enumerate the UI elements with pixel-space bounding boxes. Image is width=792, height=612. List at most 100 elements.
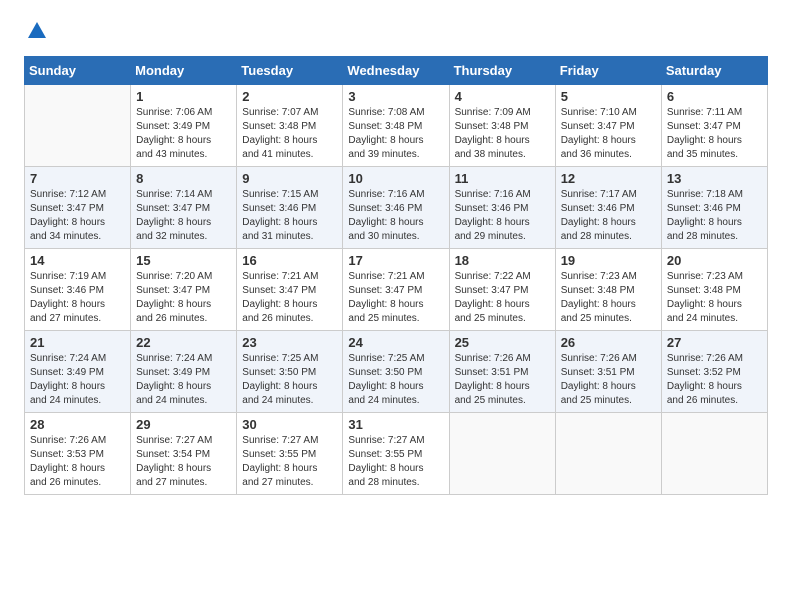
day-info: Sunrise: 7:26 AMSunset: 3:51 PMDaylight:… [455, 352, 550, 408]
day-info: Sunrise: 7:23 AMSunset: 3:48 PMDaylight:… [561, 270, 656, 326]
day-number: 24 [348, 335, 443, 350]
day-info: Sunrise: 7:11 AMSunset: 3:47 PMDaylight:… [667, 106, 762, 162]
calendar-cell [25, 85, 131, 167]
calendar-week-row: 28 Sunrise: 7:26 AMSunset: 3:53 PMDayligh… [25, 413, 768, 495]
day-info: Sunrise: 7:09 AMSunset: 3:48 PMDaylight:… [455, 106, 550, 162]
day-number: 2 [242, 89, 337, 104]
logo-icon [26, 20, 48, 42]
calendar-cell: 21Sunrise: 7:24 AMSunset: 3:49 PMDayligh… [25, 331, 131, 413]
day-info: Sunrise: 7:15 AMSunset: 3:46 PMDaylight:… [242, 188, 337, 244]
calendar-header-row: SundayMondayTuesdayWednesdayThursdayFrid… [25, 57, 768, 85]
day-number: 12 [561, 171, 656, 186]
calendar-cell: 13 Sunrise: 7:18 AMSunset: 3:46 PMDayligh… [661, 167, 767, 249]
day-info: Sunrise: 7:26 AMSunset: 3:52 PMDaylight:… [667, 352, 762, 408]
calendar-cell [661, 413, 767, 495]
calendar-cell: 18 Sunrise: 7:22 AMSunset: 3:47 PMDayligh… [449, 249, 555, 331]
calendar-cell: 20 Sunrise: 7:23 AMSunset: 3:48 PMDayligh… [661, 249, 767, 331]
day-info: Sunrise: 7:10 AMSunset: 3:47 PMDaylight:… [561, 106, 656, 162]
calendar-cell: 2 Sunrise: 7:07 AMSunset: 3:48 PMDaylight… [237, 85, 343, 167]
day-info: Sunrise: 7:16 AMSunset: 3:46 PMDaylight:… [348, 188, 443, 244]
weekday-header: Wednesday [343, 57, 449, 85]
day-number: 5 [561, 89, 656, 104]
weekday-header: Thursday [449, 57, 555, 85]
calendar-cell: 17Sunrise: 7:21 AMSunset: 3:47 PMDayligh… [343, 249, 449, 331]
calendar-cell: 14 Sunrise: 7:19 AMSunset: 3:46 PMDayligh… [25, 249, 131, 331]
day-info: Sunrise: 7:22 AMSunset: 3:47 PMDaylight:… [455, 270, 550, 326]
day-number: 18 [455, 253, 550, 268]
calendar-cell: 9 Sunrise: 7:15 AMSunset: 3:46 PMDaylight… [237, 167, 343, 249]
calendar-week-row: 1 Sunrise: 7:06 AMSunset: 3:49 PMDaylight… [25, 85, 768, 167]
calendar-week-row: 7 Sunrise: 7:12 AMSunset: 3:47 PMDaylight… [25, 167, 768, 249]
day-number: 25 [455, 335, 550, 350]
day-info: Sunrise: 7:24 AMSunset: 3:49 PMDaylight:… [30, 352, 125, 408]
calendar-cell [449, 413, 555, 495]
calendar-cell: 7 Sunrise: 7:12 AMSunset: 3:47 PMDaylight… [25, 167, 131, 249]
day-number: 7 [30, 171, 125, 186]
page: SundayMondayTuesdayWednesdayThursdayFrid… [0, 0, 792, 515]
day-info: Sunrise: 7:07 AMSunset: 3:48 PMDaylight:… [242, 106, 337, 162]
calendar-table: SundayMondayTuesdayWednesdayThursdayFrid… [24, 56, 768, 495]
day-number: 27 [667, 335, 762, 350]
weekday-header: Sunday [25, 57, 131, 85]
weekday-header: Monday [131, 57, 237, 85]
day-info: Sunrise: 7:06 AMSunset: 3:49 PMDaylight:… [136, 106, 231, 162]
day-number: 14 [30, 253, 125, 268]
day-info: Sunrise: 7:12 AMSunset: 3:47 PMDaylight:… [30, 188, 125, 244]
day-number: 6 [667, 89, 762, 104]
calendar-cell [555, 413, 661, 495]
calendar-cell: 3 Sunrise: 7:08 AMSunset: 3:48 PMDaylight… [343, 85, 449, 167]
calendar-cell: 27 Sunrise: 7:26 AMSunset: 3:52 PMDayligh… [661, 331, 767, 413]
day-number: 1 [136, 89, 231, 104]
calendar-cell: 31Sunrise: 7:27 AMSunset: 3:55 PMDayligh… [343, 413, 449, 495]
calendar-cell: 12 Sunrise: 7:17 AMSunset: 3:46 PMDayligh… [555, 167, 661, 249]
day-info: Sunrise: 7:17 AMSunset: 3:46 PMDaylight:… [561, 188, 656, 244]
day-number: 15 [136, 253, 231, 268]
calendar-week-row: 21Sunrise: 7:24 AMSunset: 3:49 PMDayligh… [25, 331, 768, 413]
day-number: 8 [136, 171, 231, 186]
day-number: 3 [348, 89, 443, 104]
calendar-cell: 5 Sunrise: 7:10 AMSunset: 3:47 PMDaylight… [555, 85, 661, 167]
day-info: Sunrise: 7:23 AMSunset: 3:48 PMDaylight:… [667, 270, 762, 326]
day-number: 26 [561, 335, 656, 350]
day-number: 13 [667, 171, 762, 186]
day-info: Sunrise: 7:16 AMSunset: 3:46 PMDaylight:… [455, 188, 550, 244]
header [24, 20, 768, 42]
day-info: Sunrise: 7:25 AMSunset: 3:50 PMDaylight:… [242, 352, 337, 408]
day-info: Sunrise: 7:14 AMSunset: 3:47 PMDaylight:… [136, 188, 231, 244]
day-info: Sunrise: 7:19 AMSunset: 3:46 PMDaylight:… [30, 270, 125, 326]
day-number: 20 [667, 253, 762, 268]
day-number: 22 [136, 335, 231, 350]
calendar-cell: 30Sunrise: 7:27 AMSunset: 3:55 PMDayligh… [237, 413, 343, 495]
calendar-cell: 24Sunrise: 7:25 AMSunset: 3:50 PMDayligh… [343, 331, 449, 413]
day-number: 30 [242, 417, 337, 432]
day-number: 28 [30, 417, 125, 432]
calendar-cell: 11Sunrise: 7:16 AMSunset: 3:46 PMDayligh… [449, 167, 555, 249]
day-number: 19 [561, 253, 656, 268]
day-info: Sunrise: 7:27 AMSunset: 3:55 PMDaylight:… [348, 434, 443, 490]
day-number: 23 [242, 335, 337, 350]
day-info: Sunrise: 7:26 AMSunset: 3:51 PMDaylight:… [561, 352, 656, 408]
weekday-header: Tuesday [237, 57, 343, 85]
calendar-cell: 26 Sunrise: 7:26 AMSunset: 3:51 PMDayligh… [555, 331, 661, 413]
day-info: Sunrise: 7:08 AMSunset: 3:48 PMDaylight:… [348, 106, 443, 162]
day-number: 29 [136, 417, 231, 432]
calendar-cell: 6 Sunrise: 7:11 AMSunset: 3:47 PMDaylight… [661, 85, 767, 167]
day-info: Sunrise: 7:24 AMSunset: 3:49 PMDaylight:… [136, 352, 231, 408]
day-info: Sunrise: 7:27 AMSunset: 3:54 PMDaylight:… [136, 434, 231, 490]
day-number: 17 [348, 253, 443, 268]
day-number: 16 [242, 253, 337, 268]
calendar-cell: 8 Sunrise: 7:14 AMSunset: 3:47 PMDaylight… [131, 167, 237, 249]
day-number: 4 [455, 89, 550, 104]
day-info: Sunrise: 7:18 AMSunset: 3:46 PMDaylight:… [667, 188, 762, 244]
calendar-cell: 15 Sunrise: 7:20 AMSunset: 3:47 PMDayligh… [131, 249, 237, 331]
day-number: 10 [348, 171, 443, 186]
day-info: Sunrise: 7:26 AMSunset: 3:53 PMDaylight:… [30, 434, 125, 490]
logo [24, 20, 48, 42]
day-info: Sunrise: 7:21 AMSunset: 3:47 PMDaylight:… [242, 270, 337, 326]
day-number: 9 [242, 171, 337, 186]
day-info: Sunrise: 7:20 AMSunset: 3:47 PMDaylight:… [136, 270, 231, 326]
calendar-cell: 23 Sunrise: 7:25 AMSunset: 3:50 PMDayligh… [237, 331, 343, 413]
calendar-cell: 22 Sunrise: 7:24 AMSunset: 3:49 PMDayligh… [131, 331, 237, 413]
calendar-cell: 25 Sunrise: 7:26 AMSunset: 3:51 PMDayligh… [449, 331, 555, 413]
calendar-cell: 10 Sunrise: 7:16 AMSunset: 3:46 PMDayligh… [343, 167, 449, 249]
